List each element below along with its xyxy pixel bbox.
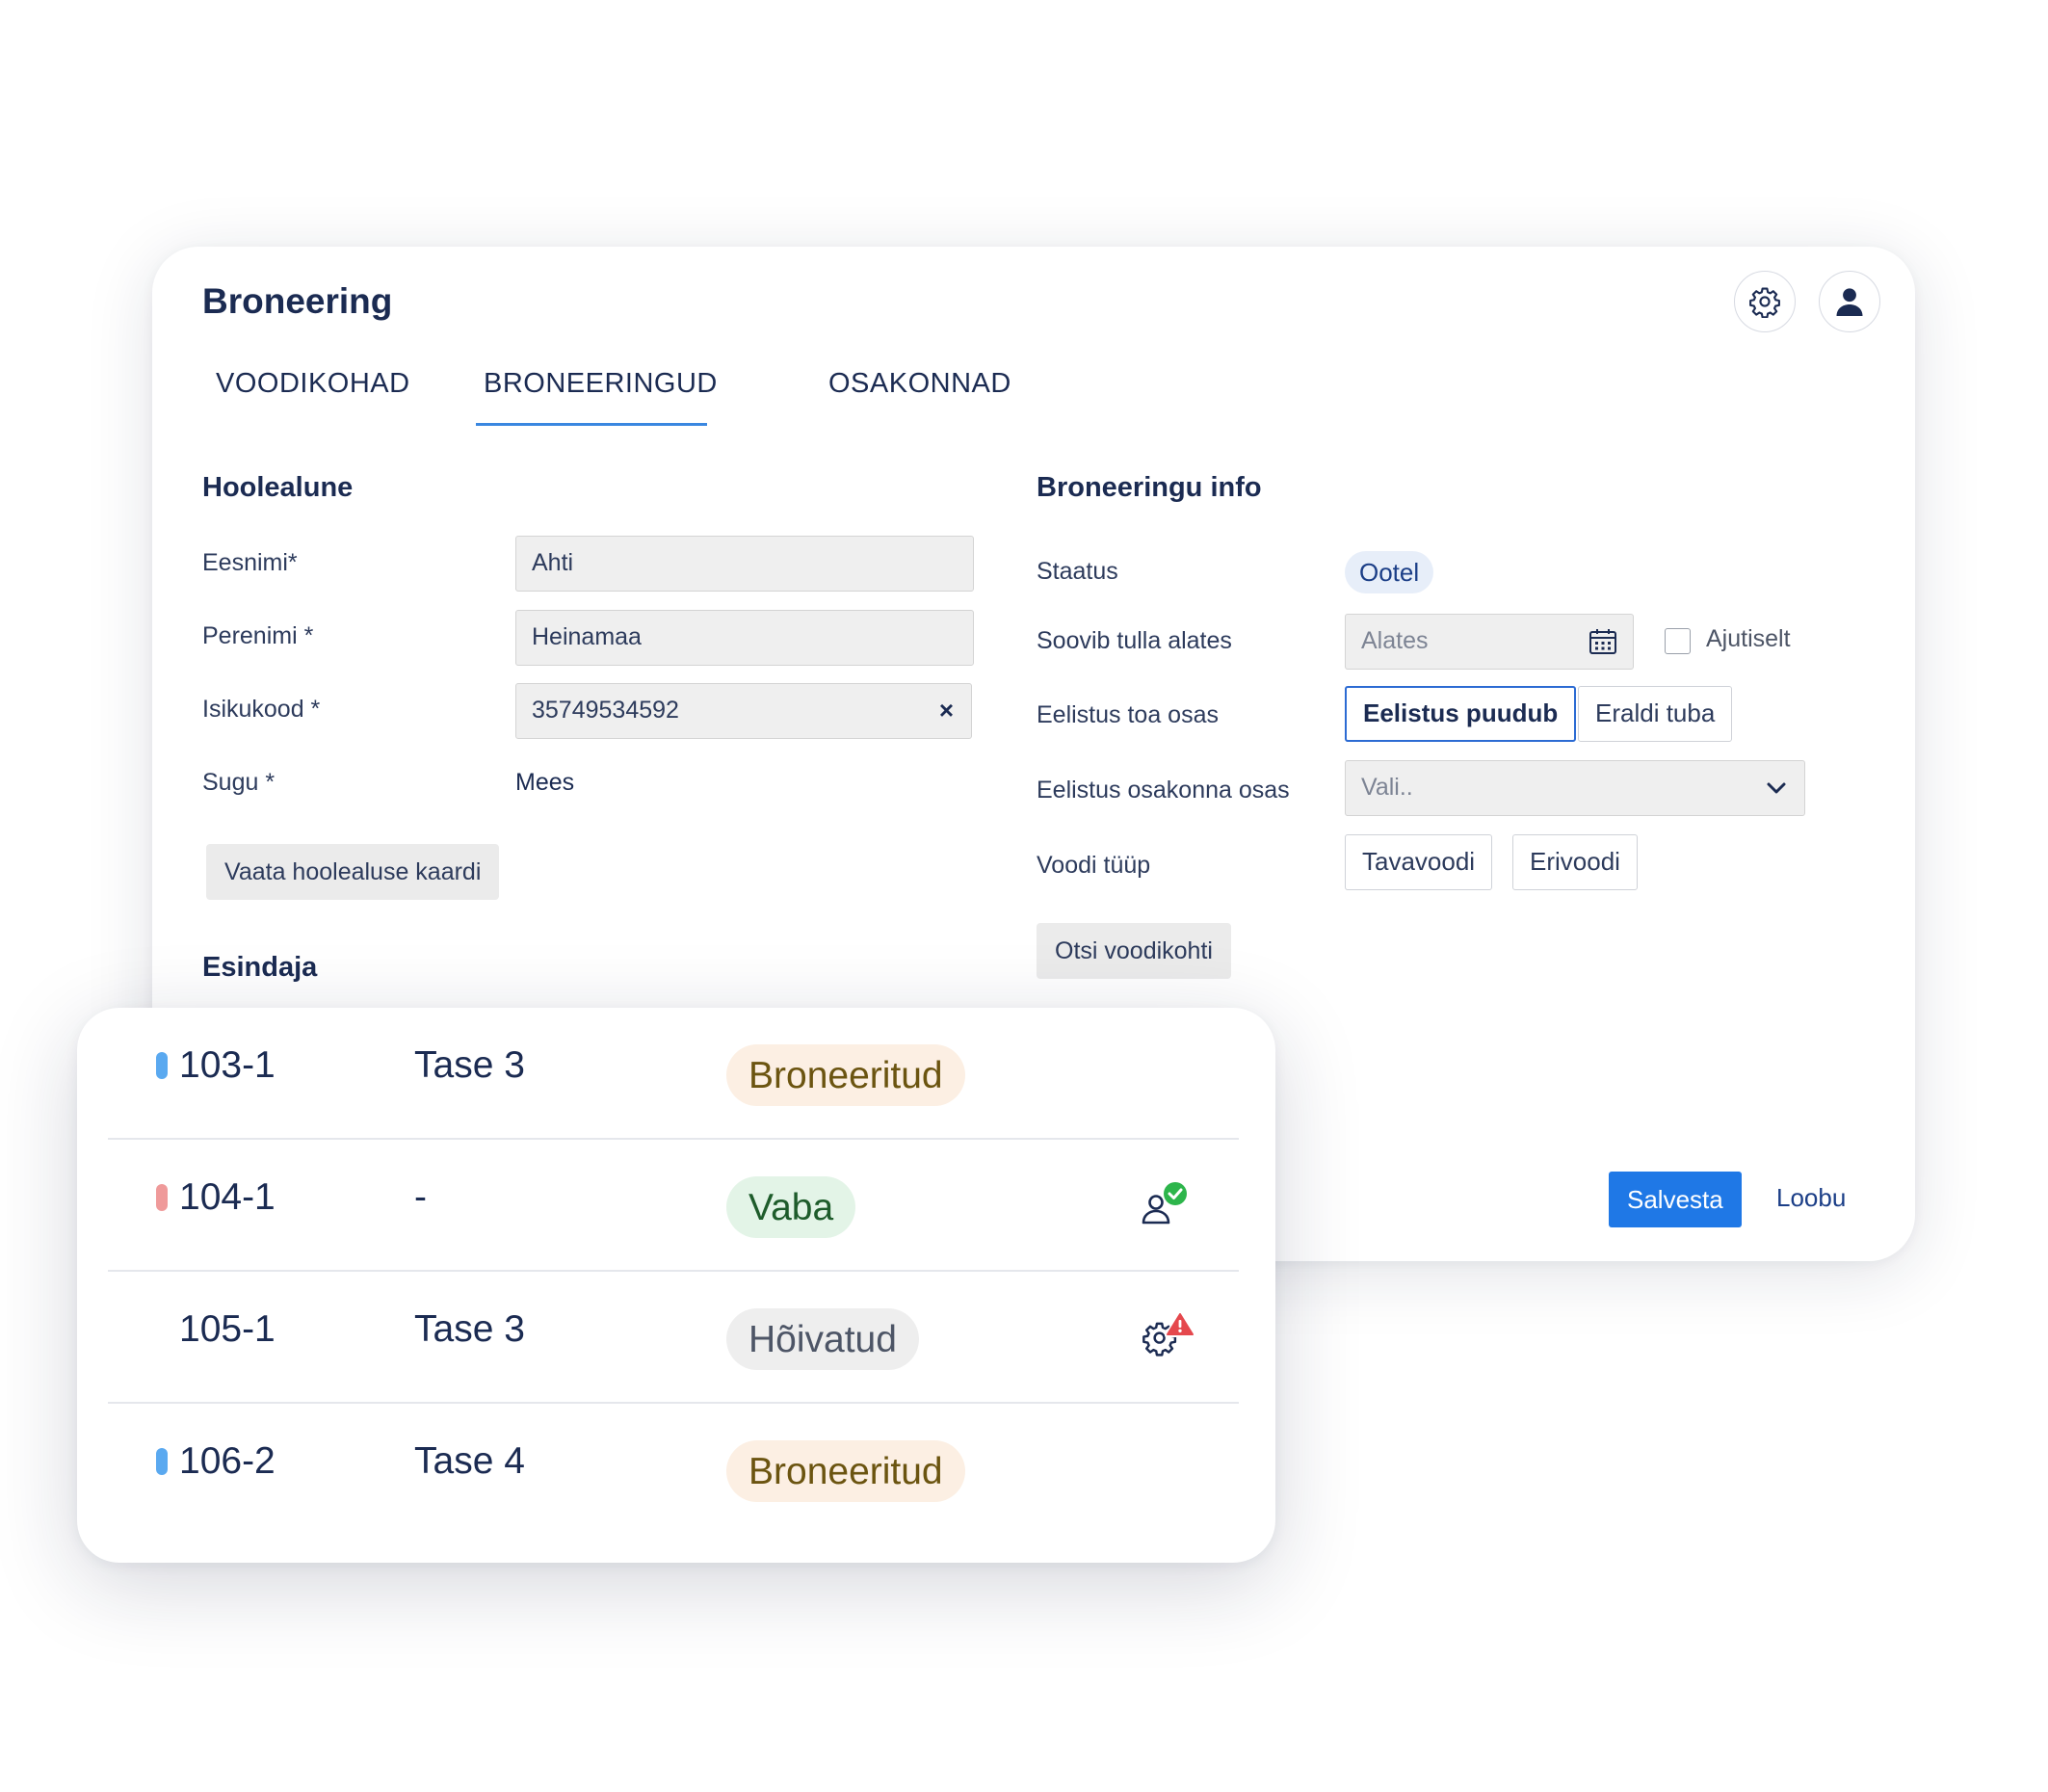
date-input[interactable]: Alates xyxy=(1345,614,1634,670)
status-badge: Ootel xyxy=(1345,551,1434,593)
booking-info-heading: Broneeringu info xyxy=(1037,472,1262,503)
status-label: Staatus xyxy=(1037,558,1118,585)
option-special-bed[interactable]: Erivoodi xyxy=(1512,834,1638,890)
settings-button[interactable] xyxy=(1734,271,1796,332)
status-badge: Broneeritud xyxy=(726,1044,965,1106)
bed-level: Tase 3 xyxy=(414,1308,525,1350)
option-no-preference[interactable]: Eelistus puudub xyxy=(1345,686,1577,742)
department-placeholder: Vali.. xyxy=(1361,774,1413,801)
id-code-input[interactable]: 35749534592 × xyxy=(515,683,972,739)
gender-label: Sugu * xyxy=(202,769,276,796)
gender-value: Mees xyxy=(515,769,575,796)
representative-heading: Esindaja xyxy=(202,952,318,983)
gear-warning-icon[interactable] xyxy=(1139,1308,1196,1366)
bed-marker xyxy=(156,1184,168,1211)
clear-icon[interactable]: × xyxy=(939,684,954,737)
bed-row[interactable]: 105-1 Tase 3 Hõivatud xyxy=(108,1272,1239,1404)
last-name-input[interactable]: Heinamaa xyxy=(515,610,974,666)
user-icon xyxy=(1836,288,1863,316)
bed-level: Tase 4 xyxy=(414,1440,525,1482)
calendar-icon[interactable] xyxy=(1589,628,1617,655)
room-pref-label: Eelistus toa osas xyxy=(1037,701,1219,728)
bed-list: 103-1 Tase 3 Broneeritud 104-1 - Vaba 10… xyxy=(77,1008,1275,1563)
person-check-icon[interactable] xyxy=(1139,1176,1196,1234)
last-name-label: Perenimi * xyxy=(202,622,314,649)
status-badge: Vaba xyxy=(726,1176,856,1238)
dept-pref-label: Eelistus osakonna osas xyxy=(1037,777,1290,804)
tab-bar: VOODIKOHAD BRONEERINGUD OSAKONNAD xyxy=(200,364,1067,426)
user-menu-button[interactable] xyxy=(1819,271,1880,332)
date-placeholder: Alates xyxy=(1361,627,1429,654)
view-ward-card-button[interactable]: Vaata hoolealuse kaardi xyxy=(206,844,500,900)
bed-level: Tase 3 xyxy=(414,1044,525,1086)
bed-level: - xyxy=(414,1176,427,1218)
bed-row[interactable]: 103-1 Tase 3 Broneeritud xyxy=(108,1008,1239,1140)
bed-marker xyxy=(156,1052,168,1079)
tab-osakonnad[interactable]: OSAKONNAD xyxy=(821,364,1019,426)
bed-row[interactable]: 106-2 Tase 4 Broneeritud xyxy=(108,1404,1239,1536)
bed-type-label: Voodi tüüp xyxy=(1037,852,1151,879)
option-regular-bed[interactable]: Tavavoodi xyxy=(1345,834,1493,890)
option-separate-room[interactable]: Eraldi tuba xyxy=(1578,686,1733,742)
wants-from-label: Soovib tulla alates xyxy=(1037,627,1232,654)
chevron-down-icon xyxy=(1767,782,1786,794)
page-title: Broneering xyxy=(202,281,393,321)
status-badge: Broneeritud xyxy=(726,1440,965,1502)
temporary-checkbox[interactable] xyxy=(1665,628,1691,654)
tab-voodikohad[interactable]: VOODIKOHAD xyxy=(208,364,418,426)
id-code-value: 35749534592 xyxy=(532,697,679,724)
bed-row[interactable]: 104-1 - Vaba xyxy=(108,1140,1239,1272)
first-name-input[interactable]: Ahti xyxy=(515,536,974,592)
bed-id: 106-2 xyxy=(179,1440,276,1482)
tab-broneeringud[interactable]: BRONEERINGUD xyxy=(476,364,717,426)
status-badge: Hõivatud xyxy=(726,1308,919,1370)
search-beds-button[interactable]: Otsi voodikohti xyxy=(1037,923,1231,979)
cancel-button[interactable]: Loobu xyxy=(1776,1183,1846,1213)
department-select[interactable]: Vali.. xyxy=(1345,760,1805,816)
bed-id: 104-1 xyxy=(179,1176,276,1218)
temporary-label: Ajutiselt xyxy=(1706,625,1791,652)
id-code-label: Isikukood * xyxy=(202,696,321,723)
bed-id: 105-1 xyxy=(179,1308,276,1350)
save-button[interactable]: Salvesta xyxy=(1609,1172,1742,1227)
first-name-label: Eesnimi* xyxy=(202,549,298,576)
ward-heading: Hoolealune xyxy=(202,472,354,503)
bed-id: 103-1 xyxy=(179,1044,276,1086)
gear-icon xyxy=(1749,287,1780,318)
bed-marker xyxy=(156,1448,168,1475)
